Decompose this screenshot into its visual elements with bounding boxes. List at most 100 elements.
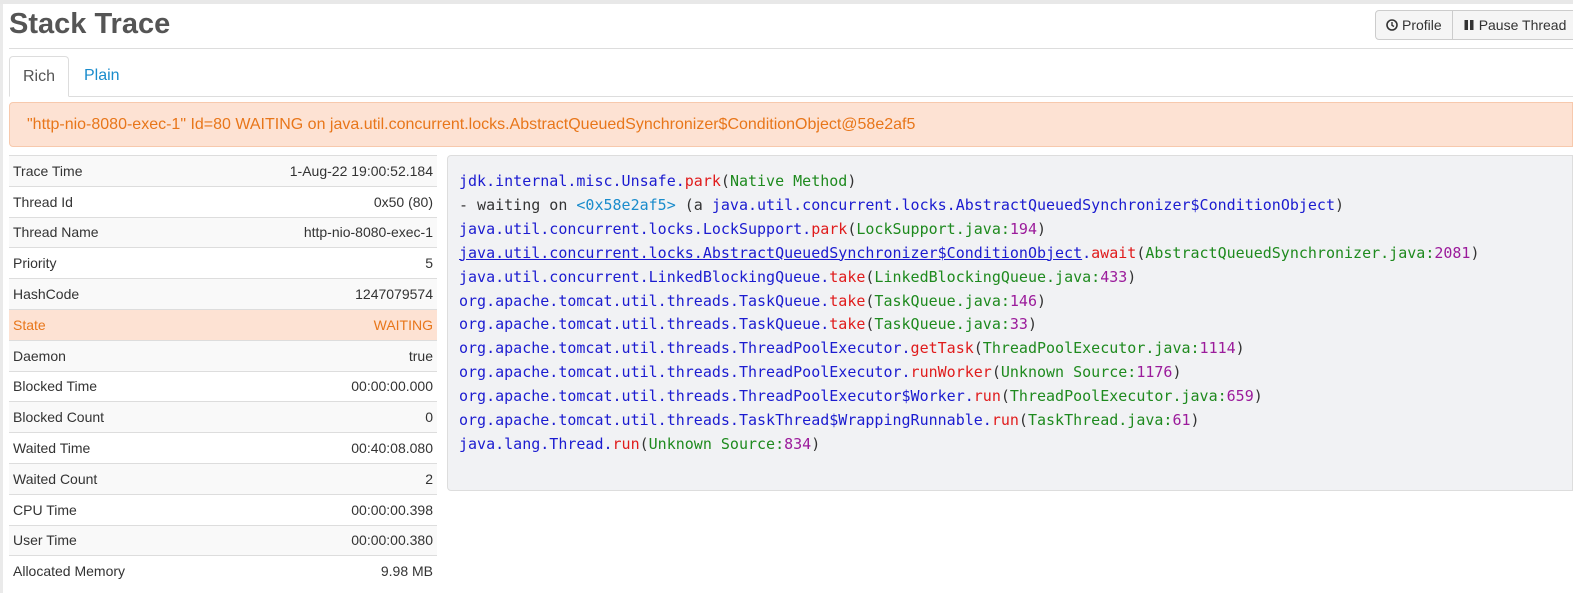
table-row: Daemon true [9, 339, 437, 372]
frame-class: org.apache.tomcat.util.threads.TaskQueue [459, 315, 821, 334]
frame-line: 1176 [1136, 363, 1173, 382]
frame-method: run [973, 387, 1001, 406]
property-value: 5 [198, 247, 437, 279]
frame-method: run [991, 411, 1019, 430]
table-row: Thread Id 0x50 (80) [9, 185, 437, 218]
property-label: Thread Name [9, 216, 199, 248]
frame-file: LockSupport.java [856, 219, 1001, 238]
property-value: 00:40:08.080 [198, 432, 437, 464]
frame-file: AbstractQueuedSynchronizer.java [1145, 243, 1426, 262]
frame-line: 433 [1100, 267, 1128, 286]
state-value: WAITING [198, 308, 437, 341]
table-row: CPU Time 00:00:00.398 [9, 493, 437, 526]
frame-method: take [829, 291, 866, 310]
profile-button[interactable]: Profile [1375, 10, 1453, 40]
property-label: State [9, 308, 199, 341]
lock-class: java.util.concurrent.locks.AbstractQueue… [711, 195, 1335, 214]
frame-method: take [829, 315, 866, 334]
stack-trace-panel: jdk.internal.misc.Unsafe.park(Native Met… [447, 155, 1573, 491]
table-row: Thread Name http-nio-8080-exec-1 [9, 216, 437, 248]
stack-frame: org.apache.tomcat.util.threads.ThreadPoo… [459, 339, 1245, 358]
frame-class: java.util.concurrent.LinkedBlockingQueue [459, 267, 821, 286]
frame-line: 659 [1226, 387, 1254, 406]
frame-line: 33 [1009, 315, 1028, 334]
stack-frame: java.util.concurrent.LinkedBlockingQueue… [459, 267, 1137, 286]
left-border [0, 4, 3, 593]
stack-frame: org.apache.tomcat.util.threads.ThreadPoo… [459, 387, 1263, 406]
frame-class: java.util.concurrent.locks.LockSupport [459, 219, 803, 238]
property-label: Blocked Time [9, 370, 199, 402]
stack-frame: org.apache.tomcat.util.threads.TaskQueue… [459, 315, 1037, 334]
table-row: Trace Time 1-Aug-22 19:00:52.184 [9, 155, 437, 187]
frame-method: run [612, 434, 640, 453]
frame-file: Unknown Source [1000, 363, 1128, 382]
property-value: 9.98 MB [198, 555, 437, 587]
table-row: Blocked Time 00:00:00.000 [9, 370, 437, 402]
property-value: 0x50 (80) [198, 185, 437, 218]
property-value: 00:00:00.000 [198, 370, 437, 402]
table-row: User Time 00:00:00.380 [9, 524, 437, 556]
frame-file: TaskThread.java [1027, 411, 1164, 430]
clock-icon [1386, 19, 1398, 31]
stack-frame: java.lang.Thread.run(Unknown Source:834) [459, 434, 821, 453]
profile-button-label: Profile [1402, 17, 1442, 33]
waiting-a: (a [684, 195, 703, 214]
frame-method: await [1091, 243, 1137, 262]
property-label: HashCode [9, 278, 199, 310]
table-row: Waited Time 00:40:08.080 [9, 432, 437, 464]
frame-class: org.apache.tomcat.util.threads.ThreadPoo… [459, 387, 965, 406]
property-value: 1247079574 [198, 278, 437, 310]
frame-class: java.lang.Thread [459, 434, 604, 453]
property-label: Allocated Memory [9, 555, 199, 587]
pause-thread-button-label: Pause Thread [1478, 17, 1567, 33]
frame-method: runWorker [910, 363, 992, 382]
frame-file: LinkedBlockingQueue.java [874, 267, 1092, 286]
property-value: http-nio-8080-exec-1 [198, 216, 437, 248]
property-value: 00:00:00.398 [198, 493, 437, 526]
table-row: Priority 5 [9, 247, 437, 279]
stack-frame: org.apache.tomcat.util.threads.TaskQueue… [459, 291, 1047, 310]
table-row: HashCode 1247079574 [9, 278, 437, 310]
stack-frame: java.util.concurrent.locks.LockSupport.p… [459, 219, 1047, 238]
tab-rich[interactable]: Rich [9, 56, 69, 97]
frame-class: org.apache.tomcat.util.threads.ThreadPoo… [459, 339, 902, 358]
stack-frame: jdk.internal.misc.Unsafe.park(Native Met… [459, 172, 857, 190]
frame-line: 61 [1172, 411, 1191, 430]
frame-line: 834 [784, 434, 812, 453]
frame-line: 146 [1009, 291, 1037, 310]
property-value: true [198, 339, 437, 372]
property-label: Thread Id [9, 185, 199, 218]
frame-file: TaskQueue.java [874, 315, 1001, 334]
property-value: 2 [198, 462, 437, 495]
property-label: Waited Time [9, 432, 199, 464]
property-label: Daemon [9, 339, 199, 372]
tab-plain[interactable]: Plain [71, 56, 133, 96]
frame-class: jdk.internal.misc.Unsafe [459, 172, 676, 190]
property-label: Priority [9, 247, 199, 279]
table-row-state: State WAITING [9, 308, 437, 341]
frame-method: park [684, 172, 721, 190]
property-label: User Time [9, 524, 199, 556]
thread-properties-table: Trace Time 1-Aug-22 19:00:52.184 Thread I… [9, 155, 437, 587]
lock-id[interactable]: <0x58e2af5> [576, 196, 675, 214]
property-value: 00:00:00.380 [198, 524, 437, 556]
frame-file: Unknown Source [648, 434, 776, 453]
pause-thread-button[interactable]: Pause Thread [1452, 10, 1573, 40]
title-divider [9, 48, 1573, 49]
property-label: Blocked Count [9, 401, 199, 433]
pause-icon [1463, 19, 1475, 31]
frame-line: 1114 [1199, 339, 1236, 358]
frame-class-link[interactable]: java.util.concurrent.locks.AbstractQueue… [459, 244, 1082, 262]
property-value: 0 [198, 401, 437, 433]
table-row: Waited Count 2 [9, 462, 437, 495]
table-row: Allocated Memory 9.98 MB [9, 555, 437, 587]
stack-frame: org.apache.tomcat.util.threads.ThreadPoo… [459, 363, 1182, 382]
property-label: CPU Time [9, 493, 199, 526]
frame-line: 194 [1009, 219, 1037, 238]
frame-class: org.apache.tomcat.util.threads.TaskQueue [459, 291, 821, 310]
waiting-on-line: - waiting on <0x58e2af5> (a java.util.co… [459, 195, 1345, 214]
frame-method: take [829, 267, 866, 286]
frame-file: ThreadPoolExecutor.java [1009, 387, 1218, 406]
stack-frame: org.apache.tomcat.util.threads.TaskThrea… [459, 411, 1200, 430]
table-row: Blocked Count 0 [9, 401, 437, 433]
